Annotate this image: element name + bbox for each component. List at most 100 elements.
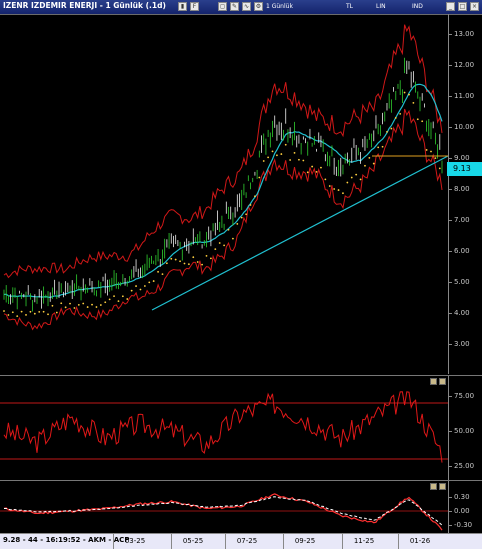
sar-dot	[421, 120, 424, 123]
status-text: 9.28 - 44 - 16:19:52 - AKM - ACP	[3, 536, 130, 544]
sar-dot	[333, 188, 336, 190]
price-tick-label: 6.00	[448, 247, 470, 255]
panel-close-icon[interactable]	[439, 378, 446, 385]
window-titlebar: IZENR IZDEMIR ENERJI - 1 Günlük (.1d) ▮ …	[0, 0, 482, 15]
forex-icon[interactable]: F	[190, 2, 199, 11]
sar-dot	[174, 258, 177, 261]
price-panel[interactable]: 13.00 12.00 11.00 10.00 9.00 8.00 7.00 6.00 5.00…	[0, 14, 482, 374]
sar-dot	[7, 314, 10, 316]
sar-dot	[82, 302, 85, 305]
draw-icon[interactable]: ✎	[230, 2, 239, 11]
panel-collapse-icon[interactable]	[430, 378, 437, 385]
sar-dot	[403, 91, 406, 94]
sar-dot	[236, 223, 239, 225]
sar-dot	[416, 118, 419, 121]
sar-dot	[315, 171, 318, 173]
sar-dot	[33, 312, 36, 315]
sar-dot	[355, 173, 358, 176]
sar-dot	[249, 204, 252, 206]
price-tick-label: 3.00	[448, 340, 470, 348]
sar-dot	[298, 158, 300, 161]
sar-dot	[223, 244, 226, 247]
bollinger-lower-line	[3, 108, 443, 331]
rsi-tick-label: 75.00	[447, 392, 475, 400]
sar-dot	[390, 127, 393, 130]
price-plot[interactable]	[0, 14, 449, 374]
sar-dot	[438, 167, 441, 170]
sar-dot	[192, 256, 195, 259]
macd-axis: 0.30 0.00 -0.30	[447, 481, 482, 533]
price-tick-label: 11.00	[447, 92, 475, 100]
mode-selector[interactable]: IND	[412, 2, 423, 11]
sar-dot	[152, 280, 155, 282]
price-chart-svg	[3, 24, 448, 331]
currency-selector[interactable]: TL	[346, 2, 353, 11]
sar-dot	[368, 156, 371, 159]
date-tick-label: 09-25	[294, 537, 316, 545]
chart-type-icon[interactable]: ▮	[178, 2, 187, 11]
period-selector[interactable]: 1 Günlük	[266, 2, 293, 11]
sar-dot	[359, 178, 362, 181]
sar-dot	[113, 295, 115, 298]
settings-icon[interactable]: ⚙	[254, 2, 263, 11]
rsi-tick-label: 50.00	[447, 427, 475, 435]
macd-plot[interactable]	[0, 481, 449, 533]
sar-dot	[91, 303, 93, 306]
sar-dot	[165, 262, 168, 265]
price-tick-label: 9.00	[448, 154, 470, 162]
zoom-icon[interactable]: ◻	[218, 2, 227, 11]
panel-collapse-icon[interactable]	[430, 483, 437, 490]
date-separator	[398, 534, 399, 549]
sar-dot	[276, 154, 278, 157]
date-separator	[225, 534, 226, 549]
sar-dot	[350, 176, 353, 179]
sar-dot	[121, 295, 124, 298]
sar-dot	[55, 311, 58, 314]
sar-dot	[271, 150, 274, 153]
price-tick-label: 5.00	[448, 278, 470, 286]
sar-dot	[240, 216, 243, 219]
sar-dot	[258, 176, 261, 179]
sar-dot	[408, 93, 410, 96]
sar-dot	[161, 273, 164, 276]
minimize-icon[interactable]: _	[446, 2, 455, 11]
close-icon[interactable]: ×	[470, 2, 479, 11]
sar-dot	[99, 304, 102, 306]
sar-dot	[227, 228, 230, 231]
date-separator	[342, 534, 343, 549]
rsi-panel[interactable]: 75.00 50.00 25.00	[0, 375, 482, 480]
date-tick-label: 07-25	[236, 537, 258, 545]
sar-dot	[306, 171, 309, 174]
sar-dot	[284, 143, 287, 146]
sar-dot	[73, 307, 76, 309]
status-bar: 9.28 - 44 - 16:19:52 - AKM - ACP 03-25 05…	[0, 533, 482, 549]
panel-close-icon[interactable]	[439, 483, 446, 490]
sar-dot	[201, 263, 203, 266]
maximize-icon[interactable]: □	[458, 2, 467, 11]
rsi-line	[3, 391, 443, 463]
scale-selector[interactable]: LIN	[376, 2, 386, 11]
sar-dot	[324, 178, 327, 181]
indicator-icon[interactable]: ∿	[242, 2, 251, 11]
macd-panel[interactable]: 0.30 0.00 -0.30	[0, 480, 482, 533]
sar-dot	[108, 298, 111, 301]
rsi-plot[interactable]	[0, 376, 449, 480]
sar-dot	[3, 310, 5, 312]
sar-dot	[214, 248, 217, 251]
sar-dot	[183, 262, 186, 265]
sar-dot	[412, 101, 415, 104]
macd-chart-svg	[0, 493, 448, 531]
current-price-badge: 9.13	[447, 162, 482, 176]
sar-dot	[311, 165, 314, 168]
sar-dot	[289, 159, 292, 161]
sar-dot	[394, 117, 397, 119]
window-title: IZENR IZDEMIR ENERJI - 1 Günlük (.1d)	[3, 1, 166, 10]
sar-dot	[320, 166, 322, 169]
price-axis: 13.00 12.00 11.00 10.00 9.00 8.00 7.00 6.00 5.00…	[447, 14, 482, 374]
sar-dot	[254, 195, 256, 198]
sar-dot	[148, 281, 151, 284]
rsi-chart-svg	[0, 391, 448, 463]
sar-dot	[179, 260, 181, 263]
date-separator	[283, 534, 284, 549]
sar-dot	[293, 151, 296, 154]
